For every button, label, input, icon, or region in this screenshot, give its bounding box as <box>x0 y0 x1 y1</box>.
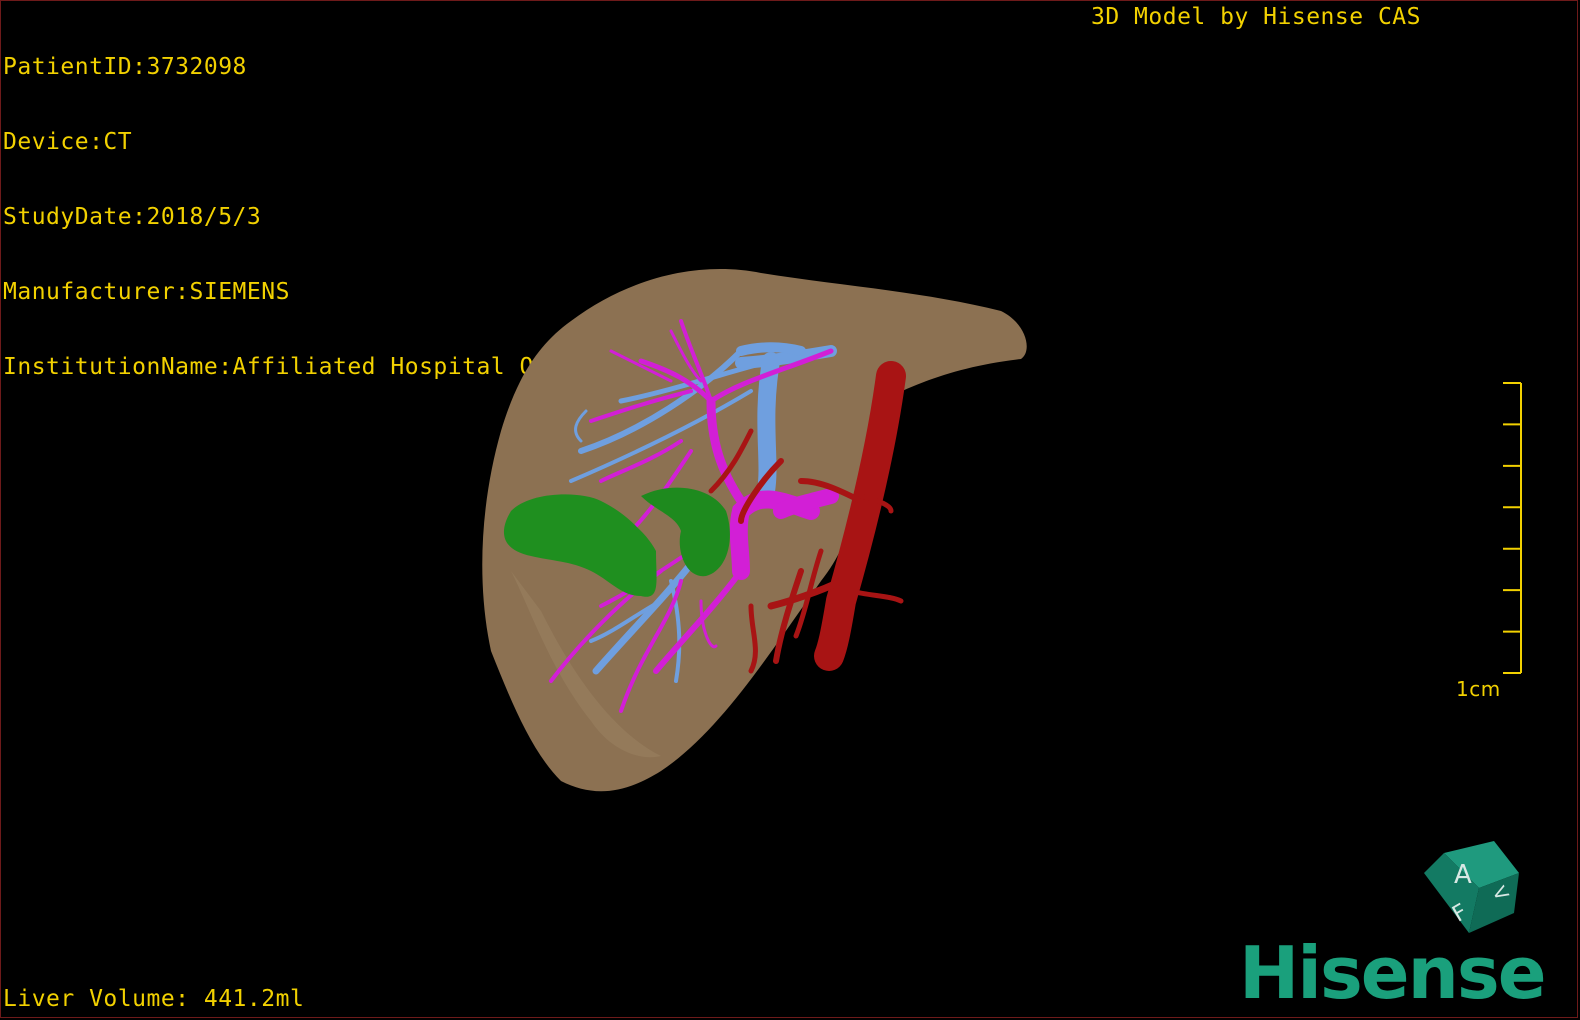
liver-3d-model[interactable] <box>441 251 1061 811</box>
model-credit-text: 3D Model by Hisense CAS <box>1091 4 1421 30</box>
scale-bar <box>1503 382 1522 674</box>
scale-bar-label: 1cm <box>1456 677 1501 701</box>
patient-id-text: PatientID:3732098 <box>3 54 247 80</box>
3d-render-viewport[interactable]: PatientID:3732098 Device:CT StudyDate:20… <box>0 0 1578 1018</box>
device-text: Device:CT <box>3 129 133 155</box>
orientation-cube[interactable]: A F V <box>1419 833 1529 943</box>
study-date-text: StudyDate:2018/5/3 <box>3 204 262 230</box>
hisense-logo: Hisense <box>1239 931 1547 1015</box>
liver-volume-text: Liver Volume: 441.2ml <box>3 986 305 1012</box>
cube-face-label: A <box>1454 860 1472 890</box>
